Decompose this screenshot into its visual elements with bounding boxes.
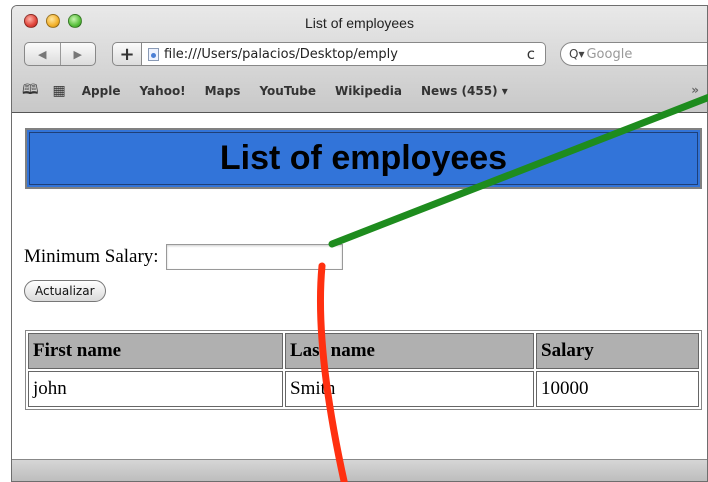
page-banner: List of employees <box>25 128 702 189</box>
browser-chrome: List of employees ◀ ▶ + file:///Users/pa… <box>12 6 707 113</box>
address-bar[interactable]: file:///Users/palacios/Desktop/emply c <box>142 42 546 66</box>
bookmark-yahoo[interactable]: Yahoo! <box>139 84 185 98</box>
reload-button[interactable]: c <box>527 45 535 63</box>
update-button[interactable]: Actualizar <box>24 280 106 302</box>
search-placeholder: Google <box>586 46 633 62</box>
status-bar <box>12 459 707 481</box>
employees-table: First name Last name Salary john Smith 1… <box>25 330 702 410</box>
cell-last-name: Smith <box>285 371 534 407</box>
column-header-first-name: First name <box>28 333 283 369</box>
table-row: john Smith 10000 <box>28 371 699 407</box>
bookmark-youtube[interactable]: YouTube <box>259 84 316 98</box>
bookmark-wikipedia[interactable]: Wikipedia <box>335 84 402 98</box>
window-title: List of employees <box>305 15 414 31</box>
book-icon[interactable]: 🕮 <box>22 79 39 103</box>
forward-button[interactable]: ▶ <box>59 43 96 65</box>
add-bookmark-button[interactable]: + <box>112 42 142 66</box>
bookmarks-bar: 🕮 ▦ Apple Yahoo! Maps YouTube Wikipedia … <box>12 78 707 104</box>
cell-first-name: john <box>28 371 283 407</box>
column-header-last-name: Last name <box>285 333 534 369</box>
page-content: List of employees Minimum Salary: Actual… <box>12 114 707 461</box>
page-icon <box>148 47 159 61</box>
navigation-buttons: ◀ ▶ <box>24 42 96 66</box>
column-header-salary: Salary <box>536 333 699 369</box>
minimum-salary-input[interactable] <box>165 244 343 270</box>
grid-icon[interactable]: ▦ <box>53 83 66 99</box>
table-header-row: First name Last name Salary <box>28 333 699 369</box>
bookmark-apple[interactable]: Apple <box>82 84 121 98</box>
search-icon[interactable]: Q▾ <box>569 47 584 61</box>
bookmark-news[interactable]: News (455) ▾ <box>421 84 508 98</box>
page-heading: List of employees <box>219 139 508 177</box>
bookmark-maps[interactable]: Maps <box>205 84 241 98</box>
back-button[interactable]: ◀ <box>25 43 60 65</box>
cell-salary: 10000 <box>536 371 699 407</box>
search-field[interactable]: Q▾ Google <box>560 42 707 66</box>
salary-form: Minimum Salary: <box>24 244 343 270</box>
url-text[interactable]: file:///Users/palacios/Desktop/emply <box>164 47 494 62</box>
browser-window: List of employees ◀ ▶ + file:///Users/pa… <box>11 5 708 482</box>
minimum-salary-label: Minimum Salary: <box>24 246 159 267</box>
bookmarks-more-icon[interactable]: » <box>691 83 699 97</box>
